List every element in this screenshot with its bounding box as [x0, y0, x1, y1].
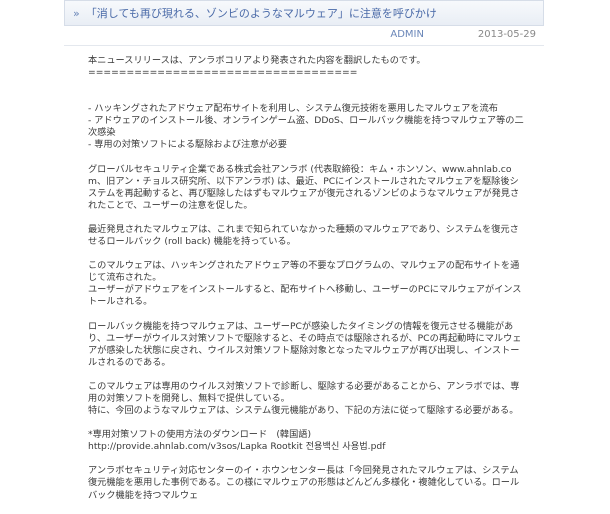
- post-title-bar[interactable]: » 「消しても再び現れる、ゾンビのようなマルウェア」に注意を呼びかけ: [64, 0, 544, 26]
- post-author-link[interactable]: ADMIN: [390, 29, 424, 40]
- paragraph: アンラボセキュリティ対応センターのイ・ホウンセンター長は「今回発見されたマルウェ…: [88, 465, 520, 501]
- paragraph: 特に、今回のようなマルウェアは、システム復元機能があり、下記の方法に従って駆除す…: [88, 405, 519, 417]
- page: » 「消しても再び現れる、ゾンビのようなマルウェア」に注意を呼びかけ ADMIN…: [0, 0, 610, 501]
- intro-paragraph: 本ニュースリリースは、アンラボコリアより発表された内容を翻訳したものです。: [88, 55, 426, 66]
- download-link[interactable]: http://provide.ahnlab.com/v3sos/Lapka Ro…: [88, 441, 524, 453]
- bullet-item: - ハッキングされたアドウェア配布サイトを利用し、システム復元技術を悪用したマル…: [88, 103, 498, 115]
- post-date: 2013-05-29: [477, 29, 536, 40]
- post-body: 本ニュースリリースは、アンラボコリアより発表された内容を翻訳したものです。 ==…: [88, 55, 524, 514]
- paragraph: ユーザーがアドウェアをインストールすると、配布サイトへ移動し、ユーザーのPCにマ…: [88, 284, 522, 308]
- bullet-item: - 専用の対策ソフトによる駆除および注意が必要: [88, 139, 287, 151]
- post-title[interactable]: 「消しても再び現れる、ゾンビのようなマルウェア」に注意を呼びかけ: [86, 5, 437, 21]
- paragraph: グローバルセキュリティ企業である株式会社アンラボ (代表取締役：キム・ホンソン、…: [88, 163, 520, 211]
- paragraph: 最近発見されたマルウェアは、これまで知られていなかった種類のマルウェアであり、シ…: [88, 223, 519, 248]
- bullet-item: - アドウェアのインストール後、オンラインゲーム盗、DDoS、ロールバック機能を…: [88, 115, 524, 139]
- post-meta: ADMIN 2013-05-29: [64, 27, 544, 43]
- paragraph: このマルウェアは、ハッキングされたアドウェア等の不要なプログラムの、マルウェアの…: [88, 260, 520, 284]
- download-label: *専用対策ソフトの使用方法のダウンロード (韓国語): [88, 429, 312, 441]
- paragraph: このマルウェアは専用のウイルス対策ソフトで診断し、駆除する必要があることから、ア…: [88, 380, 520, 404]
- chevron-right-icon: »: [73, 6, 80, 20]
- paragraph: ロールバック機能を持つマルウェアは、ユーザーPCが感染したタイミングの情報を復元…: [88, 320, 522, 368]
- divider: [64, 45, 544, 46]
- separator-line: ===================================: [88, 67, 358, 79]
